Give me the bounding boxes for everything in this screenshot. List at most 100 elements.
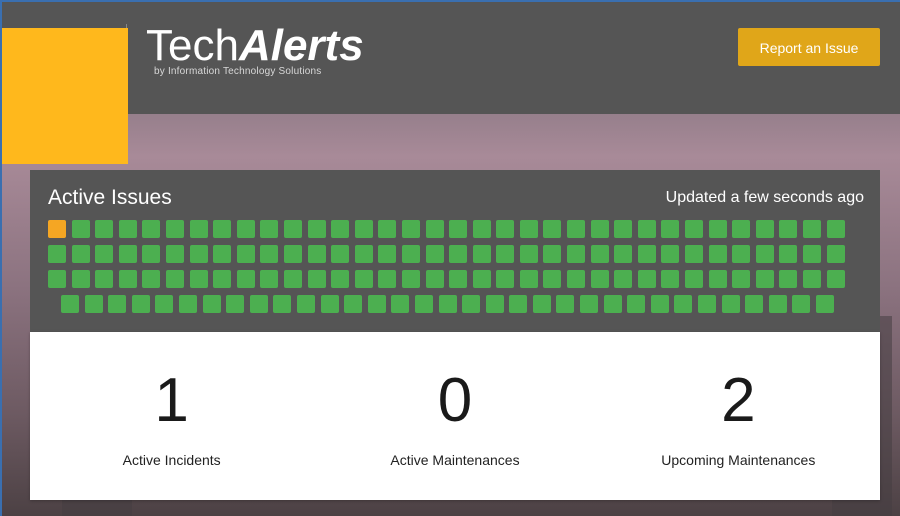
status-square-ok[interactable] [803, 270, 821, 288]
stat-upcoming-maintenances[interactable]: 2 Upcoming Maintenances [597, 332, 880, 500]
status-square-ok[interactable] [401, 220, 420, 238]
status-square-ok[interactable] [532, 295, 551, 313]
status-square-ok[interactable] [283, 220, 302, 238]
status-square-ok[interactable] [803, 220, 821, 238]
stat-active-incidents[interactable]: 1 Active Incidents [30, 332, 313, 500]
status-square-ok[interactable] [462, 295, 481, 313]
status-square-ok[interactable] [378, 245, 397, 263]
status-square-ok[interactable] [344, 295, 363, 313]
status-square-ok[interactable] [779, 270, 798, 288]
status-square-ok[interactable] [708, 220, 727, 238]
status-square-ok[interactable] [391, 295, 410, 313]
status-square-ok[interactable] [71, 220, 90, 238]
status-square-ok[interactable] [401, 245, 420, 263]
status-square-ok[interactable] [650, 295, 669, 313]
status-square-ok[interactable] [543, 245, 562, 263]
status-square-ok[interactable] [661, 220, 680, 238]
status-square-ok[interactable] [509, 295, 528, 313]
status-square-ok[interactable] [627, 295, 646, 313]
status-square-ok[interactable] [425, 245, 444, 263]
status-square-ok[interactable] [449, 270, 468, 288]
status-square-ok[interactable] [519, 245, 538, 263]
status-square-ok[interactable] [698, 295, 717, 313]
status-square-ok[interactable] [320, 295, 339, 313]
status-square-ok[interactable] [556, 295, 575, 313]
status-square-issue[interactable] [48, 220, 66, 238]
status-square-ok[interactable] [745, 295, 764, 313]
status-square-ok[interactable] [449, 220, 468, 238]
status-square-ok[interactable] [661, 270, 680, 288]
status-square-ok[interactable] [449, 245, 468, 263]
status-square-ok[interactable] [95, 270, 114, 288]
status-square-ok[interactable] [236, 220, 255, 238]
status-square-ok[interactable] [283, 245, 302, 263]
status-square-ok[interactable] [354, 270, 373, 288]
status-square-ok[interactable] [768, 295, 787, 313]
status-square-ok[interactable] [155, 295, 174, 313]
status-square-ok[interactable] [165, 245, 184, 263]
status-square-ok[interactable] [71, 270, 90, 288]
status-square-ok[interactable] [614, 270, 633, 288]
status-square-ok[interactable] [755, 270, 774, 288]
status-square-ok[interactable] [496, 220, 515, 238]
status-square-ok[interactable] [331, 270, 350, 288]
status-square-ok[interactable] [118, 270, 137, 288]
status-square-ok[interactable] [142, 270, 161, 288]
status-square-ok[interactable] [260, 270, 279, 288]
status-square-ok[interactable] [131, 295, 150, 313]
status-square-ok[interactable] [438, 295, 457, 313]
status-square-ok[interactable] [519, 220, 538, 238]
status-square-ok[interactable] [580, 295, 599, 313]
status-square-ok[interactable] [142, 245, 161, 263]
status-square-ok[interactable] [496, 245, 515, 263]
status-square-ok[interactable] [590, 245, 609, 263]
status-square-ok[interactable] [685, 270, 704, 288]
status-square-ok[interactable] [567, 220, 586, 238]
status-square-ok[interactable] [189, 220, 208, 238]
status-square-ok[interactable] [331, 220, 350, 238]
status-square-ok[interactable] [826, 270, 845, 288]
status-square-ok[interactable] [307, 270, 326, 288]
status-square-ok[interactable] [708, 270, 727, 288]
status-square-ok[interactable] [84, 295, 103, 313]
status-square-ok[interactable] [826, 245, 845, 263]
status-square-ok[interactable] [118, 245, 137, 263]
status-square-ok[interactable] [472, 220, 491, 238]
status-square-ok[interactable] [567, 245, 586, 263]
report-issue-button[interactable]: Report an Issue [738, 28, 880, 66]
status-square-ok[interactable] [792, 295, 811, 313]
status-square-ok[interactable] [721, 295, 740, 313]
status-square-ok[interactable] [307, 245, 326, 263]
status-square-ok[interactable] [685, 245, 704, 263]
status-square-ok[interactable] [637, 270, 656, 288]
status-square-ok[interactable] [307, 220, 326, 238]
status-square-ok[interactable] [48, 270, 66, 288]
status-square-ok[interactable] [354, 245, 373, 263]
status-square-ok[interactable] [614, 245, 633, 263]
status-square-ok[interactable] [472, 245, 491, 263]
status-square-ok[interactable] [519, 270, 538, 288]
status-square-ok[interactable] [213, 270, 232, 288]
status-square-ok[interactable] [260, 245, 279, 263]
status-square-ok[interactable] [118, 220, 137, 238]
status-square-ok[interactable] [496, 270, 515, 288]
status-square-ok[interactable] [48, 245, 66, 263]
status-square-ok[interactable] [61, 295, 79, 313]
status-square-ok[interactable] [590, 270, 609, 288]
status-square-ok[interactable] [178, 295, 197, 313]
status-square-ok[interactable] [249, 295, 268, 313]
status-square-ok[interactable] [401, 270, 420, 288]
status-square-ok[interactable] [296, 295, 315, 313]
status-square-ok[interactable] [816, 295, 834, 313]
status-square-ok[interactable] [637, 245, 656, 263]
status-square-ok[interactable] [779, 245, 798, 263]
status-square-ok[interactable] [260, 220, 279, 238]
status-square-ok[interactable] [708, 245, 727, 263]
status-square-ok[interactable] [543, 220, 562, 238]
status-square-ok[interactable] [226, 295, 245, 313]
status-square-ok[interactable] [755, 245, 774, 263]
status-square-ok[interactable] [189, 245, 208, 263]
status-square-ok[interactable] [71, 245, 90, 263]
status-square-ok[interactable] [732, 245, 751, 263]
status-square-ok[interactable] [590, 220, 609, 238]
